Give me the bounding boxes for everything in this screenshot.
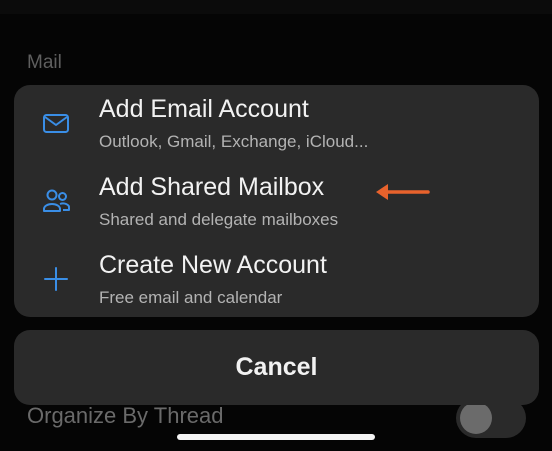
create-new-account-subtitle: Free email and calendar <box>99 288 283 307</box>
add-shared-mailbox-subtitle: Shared and delegate mailboxes <box>99 210 339 229</box>
add-shared-mailbox-title: Add Shared Mailbox <box>99 173 325 201</box>
add-account-action-sheet: Add Email Account Outlook, Gmail, Exchan… <box>14 85 539 317</box>
screen: Mail Organize By Thread Add Email Accoun… <box>0 0 552 451</box>
cancel-button[interactable]: Cancel <box>14 330 539 405</box>
create-new-account-option[interactable]: Create New Account Free email and calend… <box>14 241 539 317</box>
add-shared-mailbox-option[interactable]: Add Shared Mailbox Shared and delegate m… <box>14 163 539 239</box>
toggle-knob <box>460 402 492 434</box>
home-indicator[interactable] <box>177 434 375 440</box>
people-icon <box>43 189 71 212</box>
background-row-organize-by-thread: Organize By Thread <box>27 403 224 428</box>
envelope-icon <box>43 114 69 133</box>
add-email-account-option[interactable]: Add Email Account Outlook, Gmail, Exchan… <box>14 85 539 161</box>
add-email-account-subtitle: Outlook, Gmail, Exchange, iCloud... <box>99 132 369 151</box>
plus-icon <box>44 267 68 291</box>
add-email-account-title: Add Email Account <box>99 95 309 123</box>
annotation-arrow-icon <box>376 184 430 200</box>
create-new-account-title: Create New Account <box>99 251 327 279</box>
background-top-bar <box>0 0 552 14</box>
background-section-label-mail: Mail <box>27 52 62 73</box>
cancel-button-label: Cancel <box>235 353 318 381</box>
